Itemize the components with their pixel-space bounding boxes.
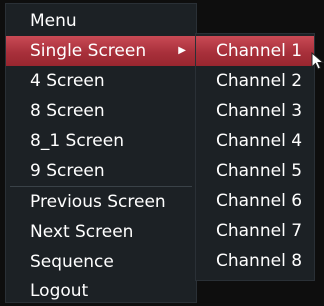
submenu-item-channel-1[interactable]: Channel 1 xyxy=(196,36,314,66)
menu-item-4-screen[interactable]: 4 Screen xyxy=(6,66,196,96)
submenu-item-channel-5[interactable]: Channel 5 xyxy=(196,156,314,186)
submenu-item-channel-7[interactable]: Channel 7 xyxy=(196,216,314,246)
menu-item-next-screen[interactable]: Next Screen xyxy=(6,217,196,247)
submenu-item-channel-6[interactable]: Channel 6 xyxy=(196,186,314,216)
submenu-item-channel-3[interactable]: Channel 3 xyxy=(196,96,314,126)
menu-item-9-screen[interactable]: 9 Screen xyxy=(6,156,196,186)
menu-item-8-screen[interactable]: 8 Screen xyxy=(6,96,196,126)
submenu-item-channel-4[interactable]: Channel 4 xyxy=(196,126,314,156)
menu-title: Menu xyxy=(30,11,77,31)
menu-item-previous-screen[interactable]: Previous Screen xyxy=(6,187,196,217)
context-menu: Menu Single Screen ▶ 4 Screen 8 Screen 8… xyxy=(6,4,196,302)
menu-item-8-1-screen[interactable]: 8_1 Screen xyxy=(6,126,196,156)
channel-submenu: Channel 1 Channel 2 Channel 3 Channel 4 … xyxy=(196,34,314,280)
menu-item-sequence[interactable]: Sequence xyxy=(6,247,196,277)
menu-item-single-screen[interactable]: Single Screen ▶ xyxy=(6,36,196,66)
submenu-item-channel-8[interactable]: Channel 8 xyxy=(196,246,314,276)
chevron-right-icon: ▶ xyxy=(178,45,186,56)
mouse-cursor-icon xyxy=(311,52,324,70)
submenu-item-channel-2[interactable]: Channel 2 xyxy=(196,66,314,96)
menu-item-logout[interactable]: Logout xyxy=(6,276,196,306)
